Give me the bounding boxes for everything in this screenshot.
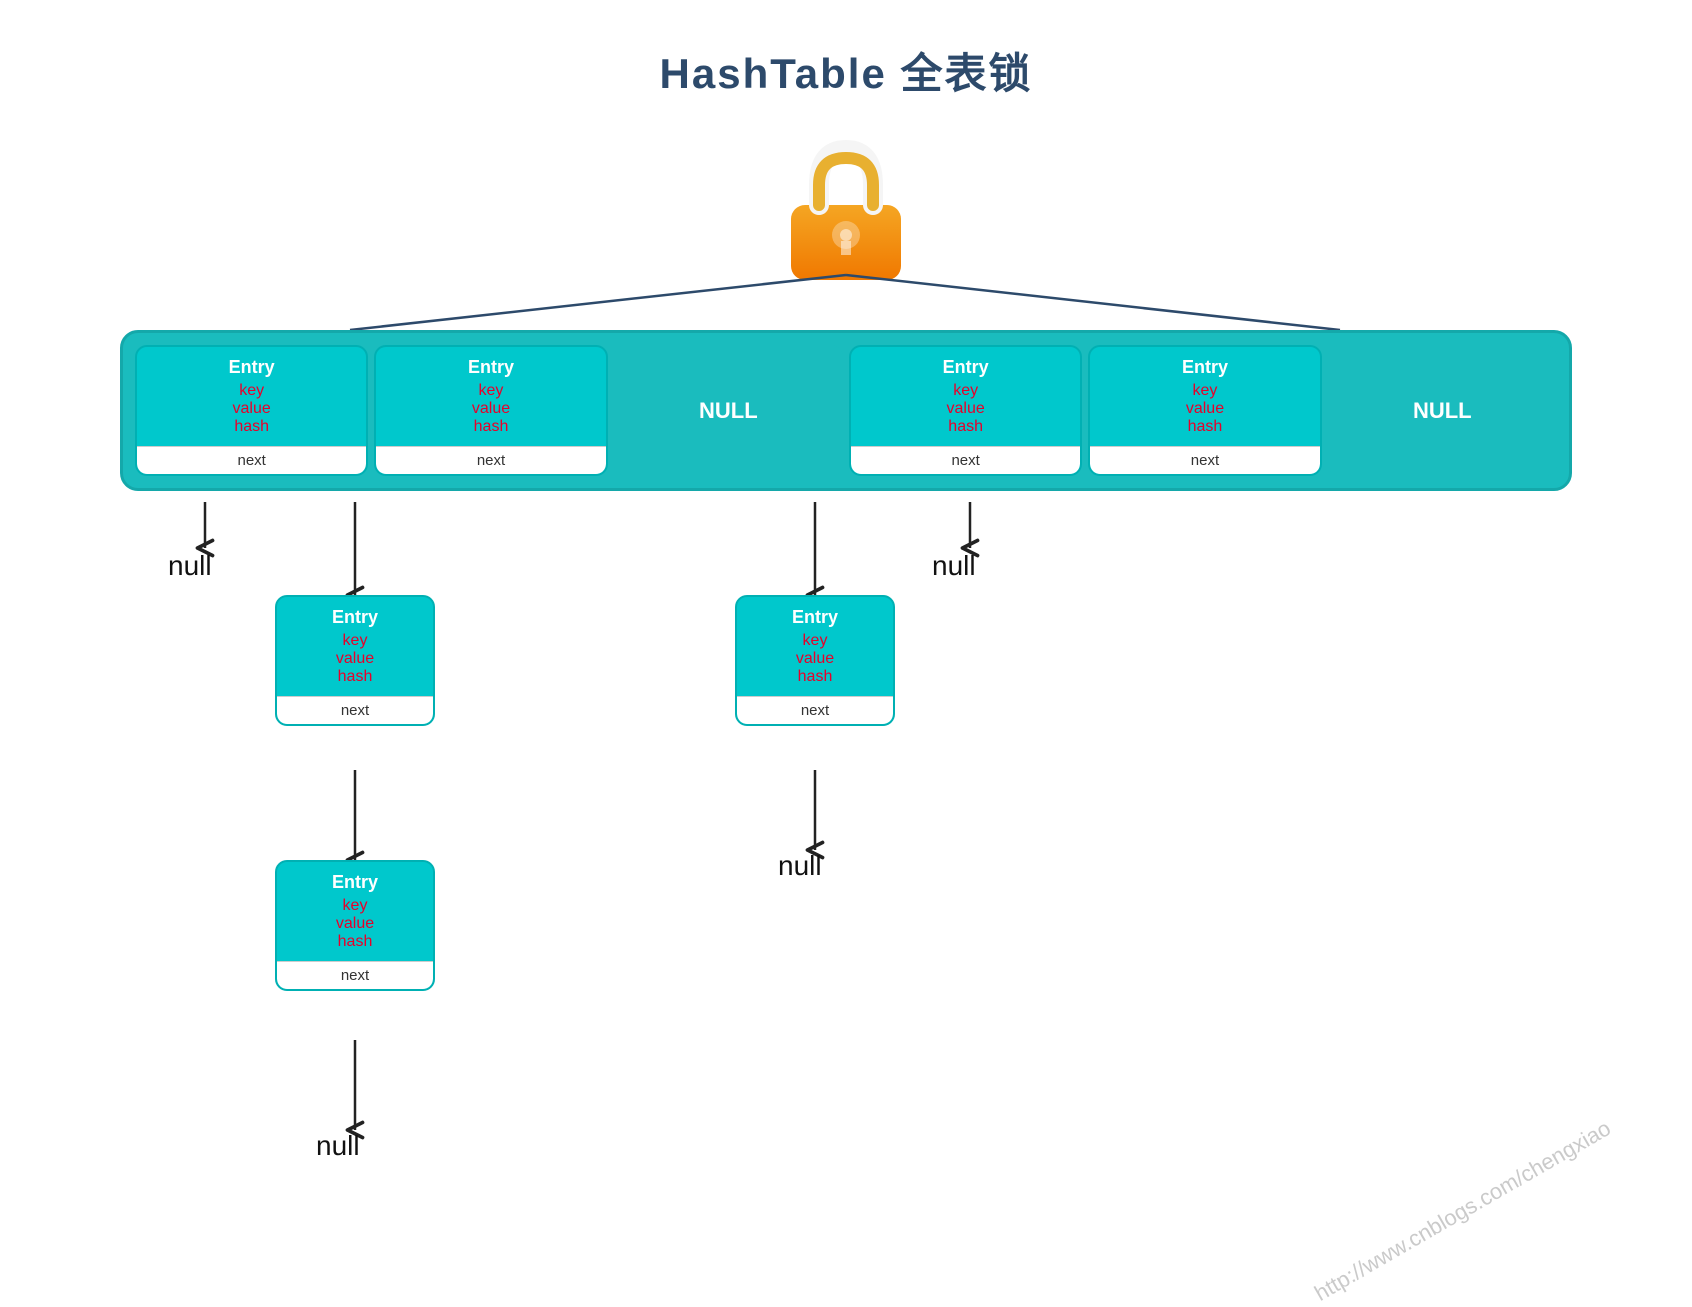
cell5-null-label: NULL [1413, 398, 1472, 424]
chain4a-next: next [737, 696, 893, 724]
cell4-label: Entry [1182, 357, 1228, 378]
table-cell-3: Entry key value hash next [849, 345, 1082, 476]
page-title: HashTable 全表锁 [0, 40, 1692, 101]
table-cell-0: Entry key value hash next [135, 345, 368, 476]
table-cell-4: Entry key value hash next [1088, 345, 1321, 476]
table-cell-2-null: NULL [614, 345, 843, 476]
cell0-hash: hash [234, 418, 269, 436]
cell1-key: key [479, 382, 504, 400]
cell1-value: value [472, 400, 510, 418]
cell4-next: next [1090, 446, 1319, 474]
chain2a-hash: hash [338, 668, 373, 686]
cell0-next: next [137, 446, 366, 474]
null-col3-bottom: null [778, 850, 822, 882]
chain-cell-2b: Entry key value hash next [275, 860, 435, 991]
chain4a-label: Entry [792, 607, 838, 628]
cell3-label: Entry [943, 357, 989, 378]
cell3-next: next [851, 446, 1080, 474]
cell3-value: value [947, 400, 985, 418]
chain4a-value: value [796, 650, 834, 668]
cell3-hash: hash [948, 418, 983, 436]
cell4-value: value [1186, 400, 1224, 418]
cell0-key: key [239, 382, 264, 400]
cell1-label: Entry [468, 357, 514, 378]
table-cell-1: Entry key value hash next [374, 345, 607, 476]
watermark: http://www.cnblogs.com/chengxiao [1311, 1115, 1616, 1306]
chain2a-label: Entry [332, 607, 378, 628]
chain4a-hash: hash [798, 668, 833, 686]
cell3-key: key [953, 382, 978, 400]
hashtable-row: Entry key value hash next Entry key valu… [120, 330, 1572, 491]
cell1-next: next [376, 446, 605, 474]
chain-cell-4a: Entry key value hash next [735, 595, 895, 726]
chain2b-label: Entry [332, 872, 378, 893]
cell4-key: key [1193, 382, 1218, 400]
null-col0: null [168, 550, 212, 582]
cell0-label: Entry [229, 357, 275, 378]
cell4-hash: hash [1188, 418, 1223, 436]
chain2b-value: value [336, 915, 374, 933]
table-cell-5-null: NULL [1328, 345, 1557, 476]
chain4a-key: key [803, 632, 828, 650]
chain2a-next: next [277, 696, 433, 724]
chain2a-value: value [336, 650, 374, 668]
chain2b-hash: hash [338, 933, 373, 951]
cell1-hash: hash [474, 418, 509, 436]
chain-cell-2a: Entry key value hash next [275, 595, 435, 726]
chain2b-key: key [343, 897, 368, 915]
lock-icon [781, 140, 911, 280]
chain2b-next: next [277, 961, 433, 989]
chain2a-key: key [343, 632, 368, 650]
null-col4: null [932, 550, 976, 582]
cell2-null-label: NULL [699, 398, 758, 424]
null-col1-bottom: null [316, 1130, 360, 1162]
cell0-value: value [233, 400, 271, 418]
